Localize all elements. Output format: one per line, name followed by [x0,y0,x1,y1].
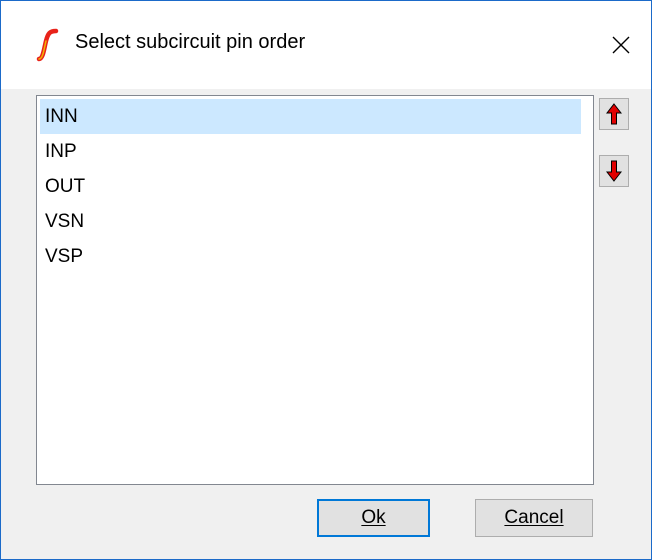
app-logo-icon [36,28,59,62]
title-bar: Select subcircuit pin order [1,1,651,89]
move-up-button[interactable] [599,98,629,130]
list-item[interactable]: INP [40,134,581,169]
list-item[interactable]: VSP [40,239,581,274]
cancel-button-label: Cancel [504,507,564,528]
pin-order-list[interactable]: INN INP OUT VSN VSP [36,95,594,485]
close-icon [612,36,630,54]
dialog-title: Select subcircuit pin order [75,31,306,53]
list-item[interactable]: OUT [40,169,581,204]
dialog-window: Select subcircuit pin order INN INP OUT … [0,0,652,560]
up-arrow-icon [606,103,622,125]
list-item[interactable]: VSN [40,204,581,239]
close-button[interactable] [591,1,651,89]
list-item[interactable]: INN [40,99,581,134]
down-arrow-icon [606,160,622,182]
ok-button[interactable]: Ok [317,499,430,537]
cancel-button[interactable]: Cancel [475,499,593,537]
ok-button-label: Ok [361,507,386,528]
move-down-button[interactable] [599,155,629,187]
